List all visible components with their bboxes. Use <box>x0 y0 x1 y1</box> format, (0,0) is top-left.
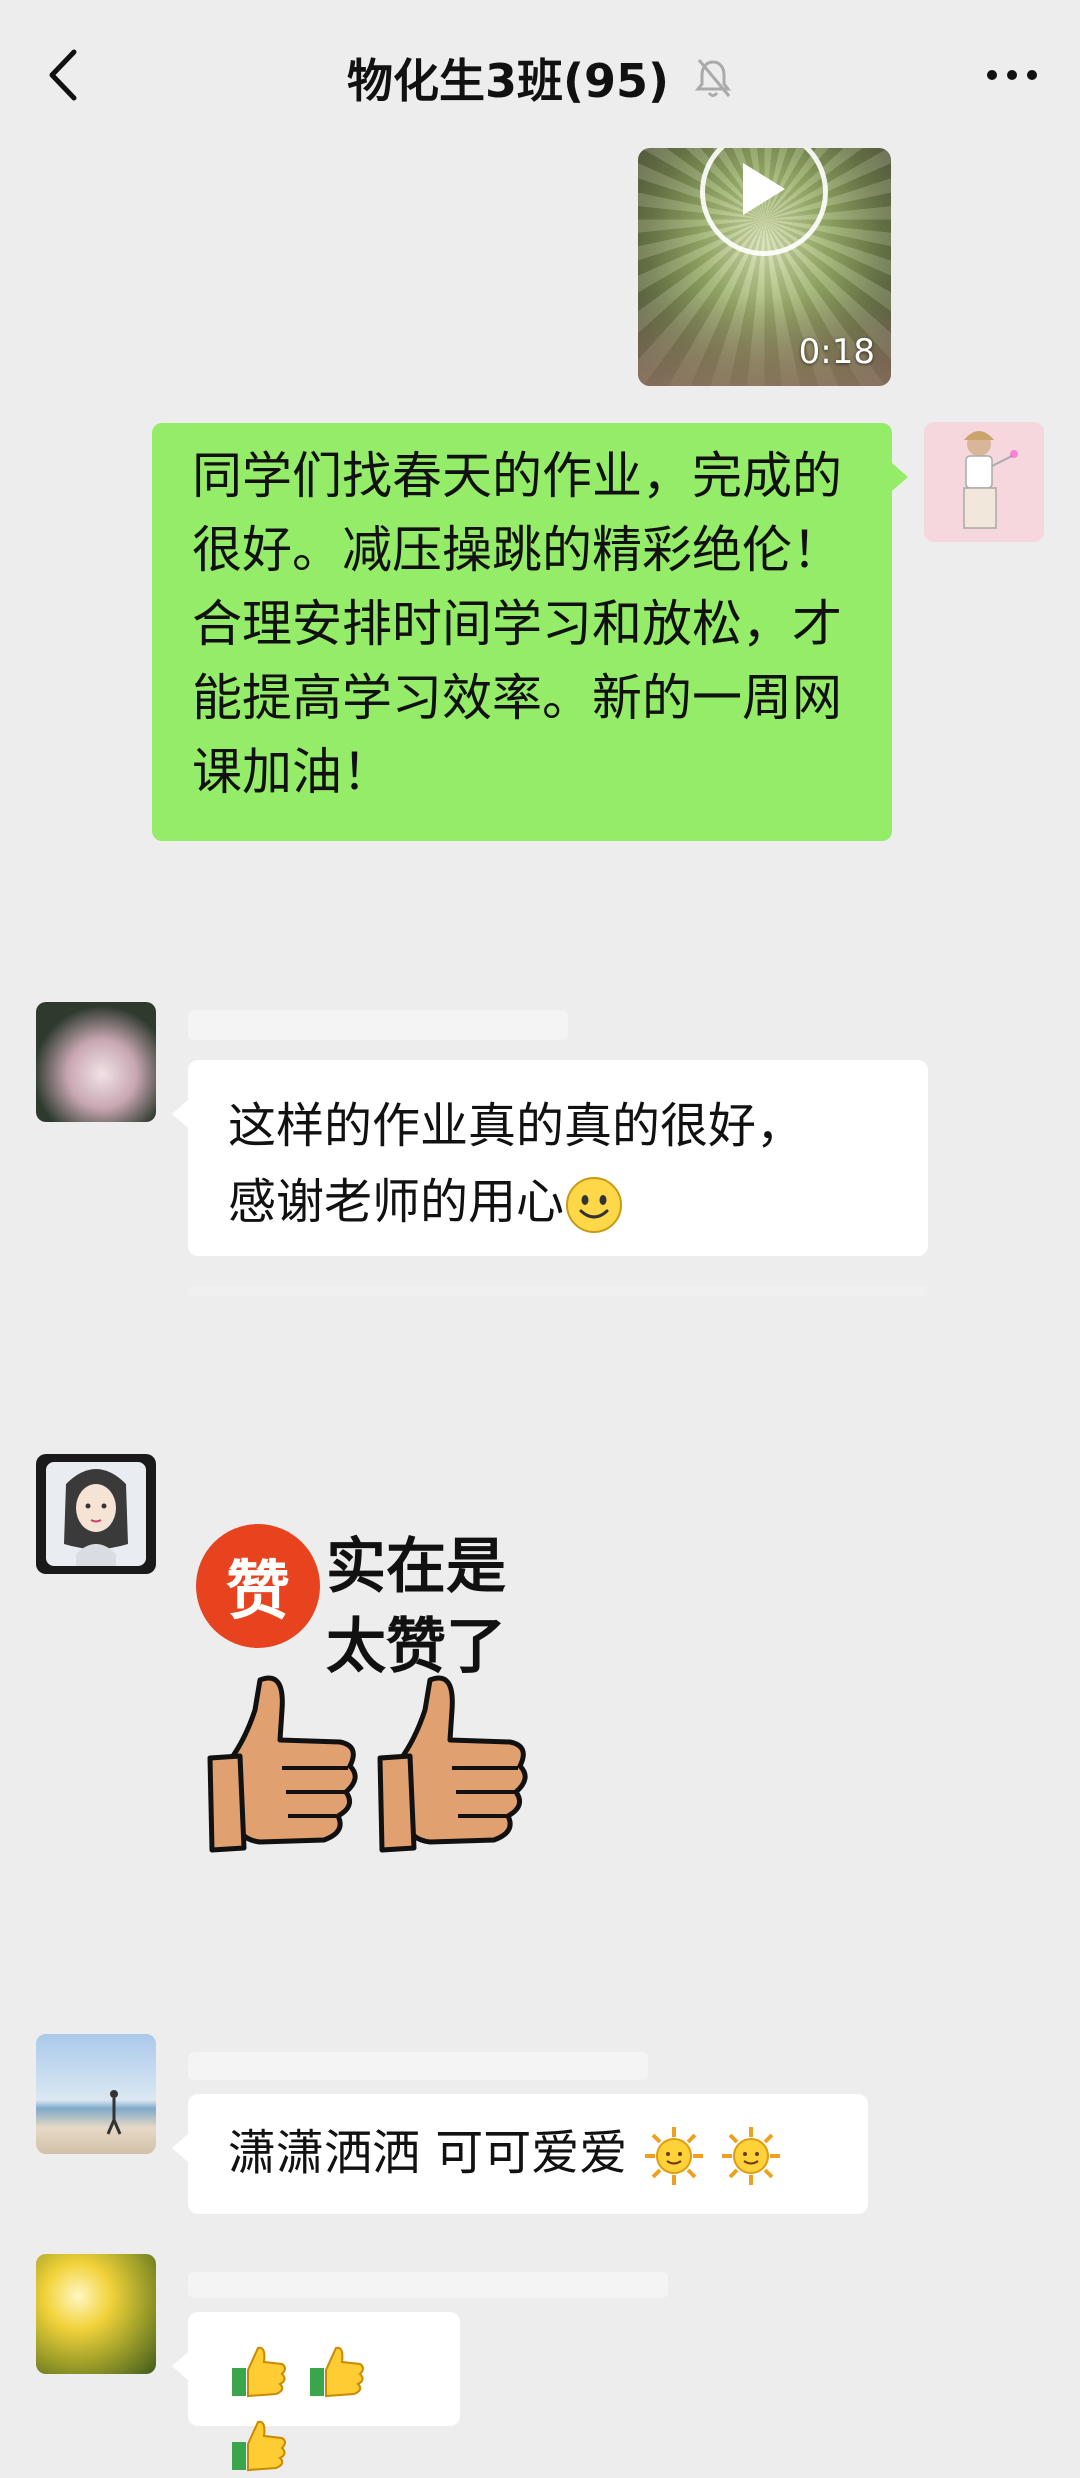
thumbs-up-icon <box>207 1675 358 1853</box>
zan-badge: 赞 <box>196 1524 320 1648</box>
other-message-bubble[interactable]: 潇潇洒洒 可可爱爱 <box>172 2094 868 2214</box>
avatar[interactable] <box>36 1454 156 1574</box>
title-wrap: 物化生3班(95) <box>0 38 1080 118</box>
redacted-strip <box>188 1286 928 1296</box>
message-line-with-emoji: 感谢老师的用心 <box>228 1164 888 1240</box>
chat-title: 物化生3班(95) <box>346 54 670 108</box>
message-text: 潇潇洒洒 可可爱爱 <box>228 2125 628 2181</box>
thumbs-up-emoji-icon <box>309 2346 364 2397</box>
message-line: 这样的作业真的真的很好， <box>228 1098 805 1154</box>
sticker-line-1: 实在是 <box>326 1532 506 1602</box>
nickname-redacted <box>188 2272 668 2298</box>
beach-figure-icon <box>106 2090 122 2135</box>
thumbs-up-icon <box>377 1675 528 1853</box>
self-message-bubble[interactable]: 同学们找春天的作业，完成的很好。减压操跳的精彩绝伦！合理安排时间学习和放松，才能… <box>152 423 908 841</box>
chat-header: 物化生3班(95) <box>0 0 1080 150</box>
more-options-button[interactable] <box>982 55 1042 95</box>
ellipsis-icon <box>987 70 1037 80</box>
bell-off-icon <box>694 59 732 97</box>
avatar[interactable] <box>36 2034 156 2154</box>
girl-portrait-icon <box>46 1462 146 1566</box>
video-message[interactable]: 0:18 <box>638 148 891 386</box>
message-text: 同学们找春天的作业，完成的很好。减压操跳的精彩绝伦！合理安排时间学习和放松，才能… <box>192 447 842 801</box>
thumbs-up-emoji-icon <box>232 2420 286 2471</box>
message-line: 感谢老师的用心 <box>228 1174 565 1230</box>
other-message-bubble[interactable]: 这样的作业真的真的很好， 感谢老师的用心 <box>172 1060 928 1256</box>
other-message-bubble[interactable] <box>172 2312 460 2471</box>
cartoon-girl-avatar-icon <box>963 431 1018 529</box>
nickname-redacted <box>188 2052 648 2080</box>
sun-emoji-icon <box>644 2127 703 2185</box>
thumbs-up-emoji-icon <box>232 2346 286 2397</box>
nickname-redacted <box>188 1010 568 1040</box>
avatar[interactable] <box>924 422 1044 542</box>
video-duration: 0:18 <box>798 332 875 372</box>
avatar[interactable] <box>36 1002 156 1122</box>
smile-emoji-icon <box>566 1177 623 1233</box>
praise-sticker[interactable]: 赞 实在是 太赞了 <box>190 1500 560 1880</box>
sun-emoji-icon <box>721 2127 780 2185</box>
avatar[interactable] <box>36 2254 156 2374</box>
